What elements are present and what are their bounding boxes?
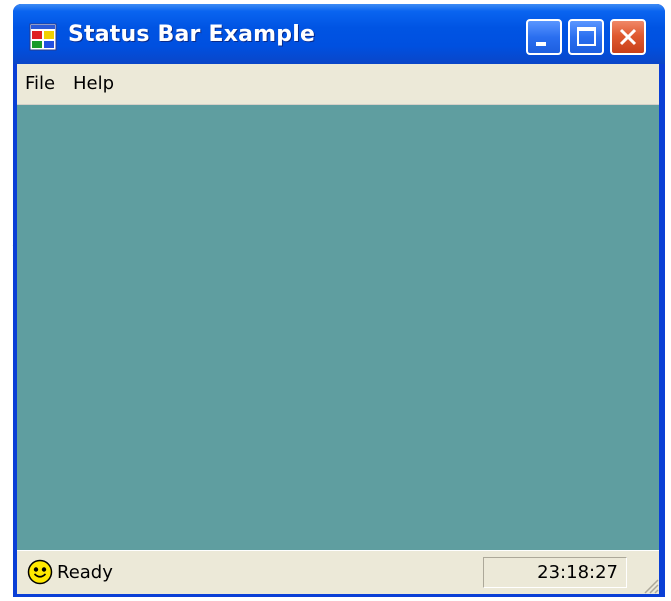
title-bar[interactable]: Status Bar Example [13, 4, 665, 64]
status-time-panel: 23:18:27 [483, 557, 627, 588]
status-bar: Ready 23:18:27 [17, 550, 659, 594]
window-title: Status Bar Example [68, 22, 316, 47]
minimize-button[interactable] [526, 19, 562, 55]
status-time: 23:18:27 [537, 562, 618, 583]
menu-file[interactable]: File [25, 73, 55, 94]
maximize-icon [577, 27, 596, 46]
maximize-button[interactable] [568, 19, 604, 55]
status-text: Ready [57, 562, 113, 583]
menu-help[interactable]: Help [73, 73, 114, 94]
close-icon [619, 28, 637, 46]
app-icon[interactable] [29, 23, 57, 51]
menu-file-label: File [25, 73, 56, 94]
close-button[interactable] [610, 19, 646, 55]
smiley-icon [27, 559, 53, 585]
resize-grip-icon[interactable] [639, 574, 659, 594]
menu-bar: File Help [17, 64, 659, 105]
application-window: Status Bar Example File Help Ready 23:18… [13, 4, 665, 597]
minimize-icon [536, 42, 546, 46]
client-area[interactable] [17, 105, 659, 550]
